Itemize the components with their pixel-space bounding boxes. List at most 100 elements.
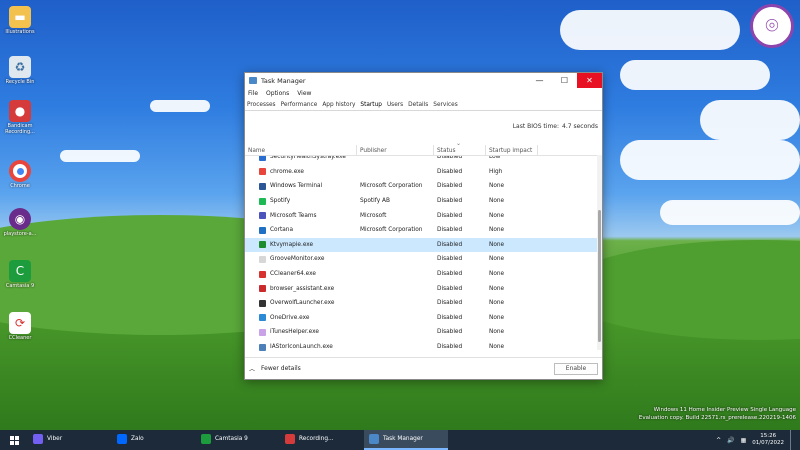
- taskbar-item-viber[interactable]: Viber: [28, 430, 112, 450]
- show-desktop-button[interactable]: [790, 430, 796, 450]
- app-icon: [259, 328, 266, 336]
- row-impact: None: [489, 300, 505, 307]
- fewer-details-link[interactable]: ︿ Fewer details: [249, 364, 554, 373]
- bios-time-label: Last BIOS time:: [512, 123, 560, 130]
- tab-users[interactable]: Users: [387, 102, 403, 108]
- tab-details[interactable]: Details: [408, 102, 428, 108]
- tab-performance[interactable]: Performance: [281, 102, 318, 108]
- network-icon[interactable]: ▦: [741, 437, 747, 444]
- table-row[interactable]: chrome.exe Disabled High: [245, 165, 602, 180]
- row-name: Spotify: [245, 197, 357, 205]
- desktop-icon-chrome[interactable]: Chrome: [0, 160, 40, 190]
- row-impact: None: [489, 241, 505, 248]
- clock[interactable]: 15:26 01/07/2022: [752, 433, 784, 446]
- taskbar-item-task-manager[interactable]: Task Manager: [364, 430, 448, 450]
- scrollbar[interactable]: [597, 155, 602, 350]
- taskbar-item-recording[interactable]: Recording...: [280, 430, 364, 450]
- tab-services[interactable]: Services: [433, 102, 457, 108]
- row-status: Disabled: [437, 183, 463, 190]
- app-icon: [259, 212, 266, 220]
- table-row[interactable]: OverwolfLauncher.exe Disabled None: [245, 296, 602, 311]
- table-row[interactable]: Microsoft Teams Microsoft Disabled None: [245, 208, 602, 223]
- table-row[interactable]: browser_assistant.exe Disabled None: [245, 281, 602, 296]
- windows-watermark: Windows 11 Home Insider Preview Single L…: [638, 407, 796, 421]
- scrollbar-thumb[interactable]: [598, 210, 601, 342]
- app-icon: [259, 197, 266, 205]
- app-icon: [259, 226, 266, 234]
- chevron-up-tray-icon[interactable]: ^: [716, 437, 721, 444]
- table-row[interactable]: IAStorIconLaunch.exe Disabled None: [245, 340, 602, 353]
- column-name[interactable]: Name: [245, 145, 357, 155]
- table-row[interactable]: iTunesHelper.exe Disabled None: [245, 325, 602, 340]
- tab-processes[interactable]: Processes: [247, 102, 276, 108]
- table-row[interactable]: Spotify Spotify AB Disabled None: [245, 194, 602, 209]
- table-row[interactable]: Ktvymapie.exe Disabled None: [245, 237, 602, 253]
- app-icon: [259, 270, 266, 278]
- enable-button[interactable]: Enable: [554, 362, 598, 375]
- row-status: Disabled: [437, 271, 463, 278]
- app-icon: [259, 299, 266, 307]
- title-bar[interactable]: Task Manager — ☐ ✕: [245, 73, 602, 88]
- start-button[interactable]: [0, 430, 28, 450]
- playstore-icon: ◉: [9, 208, 31, 230]
- row-impact: None: [489, 314, 505, 321]
- cloud: [700, 100, 800, 140]
- table-row[interactable]: CCleaner64.exe Disabled None: [245, 267, 602, 282]
- maximize-button[interactable]: ☐: [552, 73, 577, 88]
- app-icon: [259, 255, 266, 263]
- row-impact: None: [489, 285, 505, 292]
- desktop-icon-folder[interactable]: ▬ Illustrations: [0, 6, 40, 36]
- app-icon: [259, 156, 266, 161]
- row-name-label: IAStorIconLaunch.exe: [270, 344, 333, 351]
- menu-options[interactable]: Options: [266, 90, 289, 97]
- close-button[interactable]: ✕: [577, 73, 602, 88]
- tab-startup[interactable]: Startup: [360, 102, 382, 108]
- row-impact: None: [489, 344, 505, 351]
- table-row[interactable]: Cortana Microsoft Corporation Disabled None: [245, 223, 602, 238]
- desktop-icon-playstore[interactable]: ◉ playstore-a...: [0, 208, 40, 238]
- desktop-icon-ccleaner[interactable]: ⟳ CCleaner: [0, 312, 40, 342]
- menu-view[interactable]: View: [297, 90, 311, 97]
- row-impact: None: [489, 271, 505, 278]
- column-startup-impact[interactable]: Startup impact: [486, 145, 538, 155]
- chevron-up-icon: ︿: [249, 366, 256, 373]
- row-status: Disabled: [437, 300, 463, 307]
- clock-date: 01/07/2022: [752, 440, 784, 446]
- row-status: Disabled: [437, 156, 463, 161]
- table-row[interactable]: GrooveMonitor.exe Disabled None: [245, 252, 602, 267]
- table-row[interactable]: OneDrive.exe Disabled None: [245, 311, 602, 326]
- row-impact: None: [489, 212, 505, 219]
- row-impact: None: [489, 329, 505, 336]
- row-name: chrome.exe: [245, 168, 357, 176]
- channel-logo-icon: ⌾: [750, 4, 794, 48]
- desktop-icon-recycle-bin[interactable]: ♻ Recycle Bin: [0, 56, 40, 86]
- row-name-label: GrooveMonitor.exe: [270, 256, 325, 263]
- app-icon: [259, 314, 266, 322]
- desktop-icon-camtasia[interactable]: C Camtasia 9: [0, 260, 40, 290]
- row-publisher: Spotify AB: [360, 198, 390, 205]
- row-status: Disabled: [437, 256, 463, 263]
- bios-time-value: 4.7 seconds: [562, 123, 598, 130]
- row-status: Disabled: [437, 198, 463, 205]
- table-row[interactable]: SecurityHealthSystray.exe Disabled Low: [245, 156, 602, 165]
- menu-file[interactable]: File: [248, 90, 258, 97]
- row-name: CCleaner64.exe: [245, 270, 357, 278]
- bios-time: Last BIOS time: 4.7 seconds: [513, 123, 598, 130]
- tab-app-history[interactable]: App history: [322, 102, 355, 108]
- taskbar-item-camtasia-9[interactable]: Camtasia 9: [196, 430, 280, 450]
- cloud: [660, 200, 800, 225]
- row-impact: None: [489, 227, 505, 234]
- table-row[interactable]: Windows Terminal Microsoft Corporation Dis…: [245, 179, 602, 194]
- column-publisher[interactable]: Publisher: [357, 145, 434, 155]
- sort-chevron-icon: ⌄: [456, 140, 462, 147]
- row-name: OverwolfLauncher.exe: [245, 299, 357, 307]
- desktop-icon-bandicam[interactable]: ● Bandicam Recording...: [0, 100, 40, 135]
- cloud: [60, 150, 140, 162]
- volume-icon[interactable]: 🔊: [727, 437, 734, 444]
- minimize-button[interactable]: —: [527, 73, 552, 88]
- taskbar-item-zalo[interactable]: Zalo: [112, 430, 196, 450]
- row-publisher: Microsoft: [360, 212, 387, 219]
- taskbar-items: Viber Zalo Camtasia 9 Recording... Task Mana…: [28, 430, 448, 450]
- table-body: SecurityHealthSystray.exe Disabled Low chro…: [245, 156, 602, 353]
- app-icon: [259, 241, 266, 249]
